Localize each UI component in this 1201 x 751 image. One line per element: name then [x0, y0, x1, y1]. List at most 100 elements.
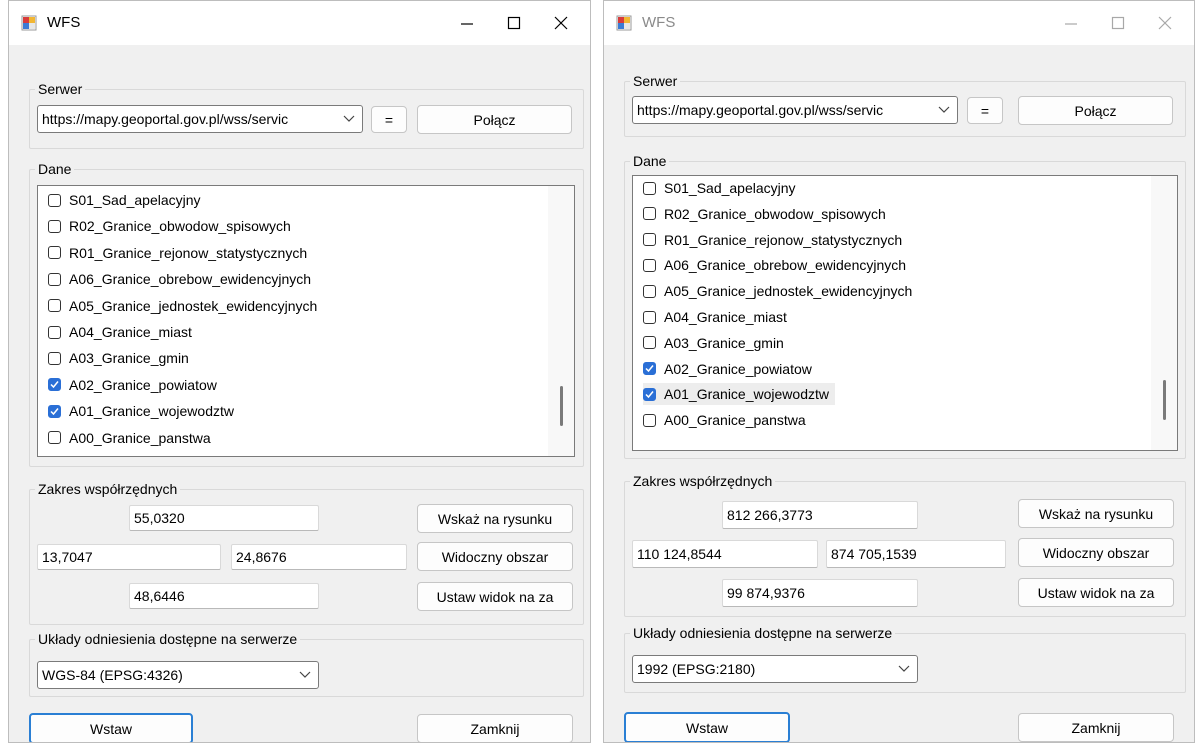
layer-list-item[interactable]: R02_Granice_obwodow_spisowych: [643, 203, 892, 225]
equals-button[interactable]: =: [967, 97, 1003, 124]
maximize-button[interactable]: [1095, 1, 1141, 45]
layer-list-item[interactable]: A05_Granice_jednostek_ewidencyjnych: [48, 295, 323, 317]
checkbox[interactable]: [48, 193, 61, 207]
checkbox[interactable]: [643, 284, 656, 298]
checkbox[interactable]: [48, 431, 61, 445]
layer-list-item[interactable]: A06_Granice_obrebow_ewidencyjnych: [643, 254, 912, 276]
checkbox[interactable]: [48, 325, 61, 339]
checkbox[interactable]: [643, 336, 656, 350]
checkbox[interactable]: [643, 233, 656, 247]
layer-list-item[interactable]: A06_Granice_obrebow_ewidencyjnych: [48, 268, 317, 290]
layer-list-item[interactable]: A02_Granice_powiatow: [48, 374, 223, 396]
scrollbar-thumb[interactable]: [1163, 380, 1166, 420]
checkbox[interactable]: [643, 181, 656, 195]
checkbox[interactable]: [643, 310, 656, 324]
north-coordinate-input[interactable]: [129, 505, 319, 531]
layer-list-item[interactable]: A01_Granice_wojewodztw: [48, 400, 240, 422]
layer-list-item[interactable]: A04_Granice_miast: [48, 321, 198, 343]
connect-button[interactable]: Połącz: [417, 105, 572, 134]
server-group-label: Serwer: [35, 80, 86, 98]
layer-list[interactable]: S01_Sad_apelacyjny R02_Granice_obwodow_sp…: [37, 185, 575, 457]
layer-label: S01_Sad_apelacyjny: [69, 192, 201, 208]
checkbox[interactable]: [48, 246, 61, 260]
equals-button[interactable]: =: [371, 106, 407, 133]
layer-label: R01_Granice_rejonow_statystycznych: [69, 244, 308, 261]
server-url-value: https://mapy.geoportal.gov.pl/wss/servic: [42, 111, 289, 127]
layer-list-item[interactable]: S01_Sad_apelacyjny: [643, 177, 802, 199]
checkbox-checked[interactable]: [643, 387, 656, 401]
checkbox-checked[interactable]: [48, 378, 61, 392]
app-icon: [21, 15, 37, 31]
set-view-button[interactable]: Ustaw widok na za: [417, 582, 573, 611]
data-group-label: Dane: [630, 152, 670, 170]
list-scrollbar[interactable]: [1151, 176, 1177, 450]
layer-list-item[interactable]: A03_Granice_gmin: [48, 347, 195, 369]
checkbox[interactable]: [48, 299, 61, 313]
north-coordinate-input[interactable]: [722, 501, 918, 529]
insert-button[interactable]: Wstaw: [624, 712, 790, 742]
close-button[interactable]: Zamknij: [1018, 713, 1174, 742]
close-button[interactable]: Zamknij: [417, 714, 573, 742]
title-bar[interactable]: WFS: [9, 1, 590, 45]
chevron-down-icon: [938, 106, 950, 113]
checkbox[interactable]: [643, 413, 656, 427]
checkbox-checked[interactable]: [48, 404, 61, 418]
layer-list[interactable]: S01_Sad_apelacyjny R02_Granice_obwodow_sp…: [632, 175, 1178, 451]
title-bar[interactable]: WFS: [604, 1, 1194, 45]
layer-list-item[interactable]: A03_Granice_gmin: [643, 332, 790, 354]
chevron-down-icon: [898, 665, 910, 672]
west-coordinate-input[interactable]: [632, 540, 818, 568]
layer-list-item[interactable]: A04_Granice_miast: [643, 306, 793, 328]
server-url-combo[interactable]: https://mapy.geoportal.gov.pl/wss/servic: [632, 96, 958, 124]
minimize-icon: [1065, 23, 1077, 25]
visible-area-button[interactable]: Widoczny obszar: [1018, 538, 1174, 567]
checkbox[interactable]: [643, 207, 656, 221]
app-icon: [616, 15, 632, 31]
crs-combo[interactable]: 1992 (EPSG:2180): [632, 655, 918, 683]
layer-list-item[interactable]: R02_Granice_obwodow_spisowych: [48, 215, 297, 237]
layer-label: A00_Granice_panstwa: [664, 412, 806, 429]
visible-area-button[interactable]: Widoczny obszar: [417, 542, 573, 571]
layer-list-item[interactable]: A00_Granice_panstwa: [48, 427, 217, 449]
crs-value: WGS-84 (EPSG:4326): [42, 667, 183, 683]
layer-list-item[interactable]: R01_Granice_rejonow_statystycznych: [643, 229, 908, 251]
list-scrollbar[interactable]: [548, 186, 574, 456]
maximize-button[interactable]: [491, 1, 537, 45]
pick-on-drawing-button[interactable]: Wskaż na rysunku: [417, 504, 573, 533]
crs-combo[interactable]: WGS-84 (EPSG:4326): [37, 661, 319, 689]
east-coordinate-input[interactable]: [231, 544, 407, 570]
close-window-button[interactable]: [538, 1, 584, 45]
layer-list-item[interactable]: R01_Granice_rejonow_statystycznych: [48, 242, 313, 264]
layer-label: R02_Granice_obwodow_spisowych: [664, 205, 886, 222]
checkbox[interactable]: [48, 272, 61, 286]
close-icon: [554, 16, 568, 30]
minimize-button[interactable]: [1048, 1, 1094, 45]
layer-label: A01_Granice_wojewodztw: [69, 403, 234, 420]
layer-list-item[interactable]: A02_Granice_powiatow: [643, 358, 818, 380]
extent-group-label: Zakres współrzędnych: [630, 472, 776, 490]
checkbox[interactable]: [48, 351, 61, 365]
checkbox[interactable]: [48, 219, 61, 233]
minimize-button[interactable]: [444, 1, 490, 45]
layer-list-item[interactable]: S01_Sad_apelacyjny: [48, 189, 207, 211]
layer-list-item[interactable]: A00_Granice_panstwa: [643, 409, 812, 431]
server-group-label: Serwer: [630, 72, 681, 90]
east-coordinate-input[interactable]: [826, 540, 1006, 568]
south-coordinate-input[interactable]: [722, 579, 918, 607]
insert-button[interactable]: Wstaw: [29, 713, 193, 742]
window-title: WFS: [642, 14, 676, 31]
layer-list-item[interactable]: A01_Granice_wojewodztw: [643, 383, 835, 406]
checkbox-checked[interactable]: [643, 362, 656, 376]
pick-on-drawing-button[interactable]: Wskaż na rysunku: [1018, 499, 1174, 528]
south-coordinate-input[interactable]: [129, 583, 319, 609]
layer-list-item[interactable]: A05_Granice_jednostek_ewidencyjnych: [643, 280, 918, 302]
close-window-button[interactable]: [1142, 1, 1188, 45]
scrollbar-thumb[interactable]: [560, 386, 563, 426]
checkbox[interactable]: [643, 258, 656, 272]
layer-label: A04_Granice_miast: [664, 309, 787, 325]
set-view-button[interactable]: Ustaw widok na za: [1018, 578, 1174, 607]
connect-button[interactable]: Połącz: [1018, 96, 1173, 125]
layer-label: S01_Sad_apelacyjny: [664, 180, 796, 196]
west-coordinate-input[interactable]: [37, 544, 221, 570]
server-url-combo[interactable]: https://mapy.geoportal.gov.pl/wss/servic: [37, 105, 363, 133]
